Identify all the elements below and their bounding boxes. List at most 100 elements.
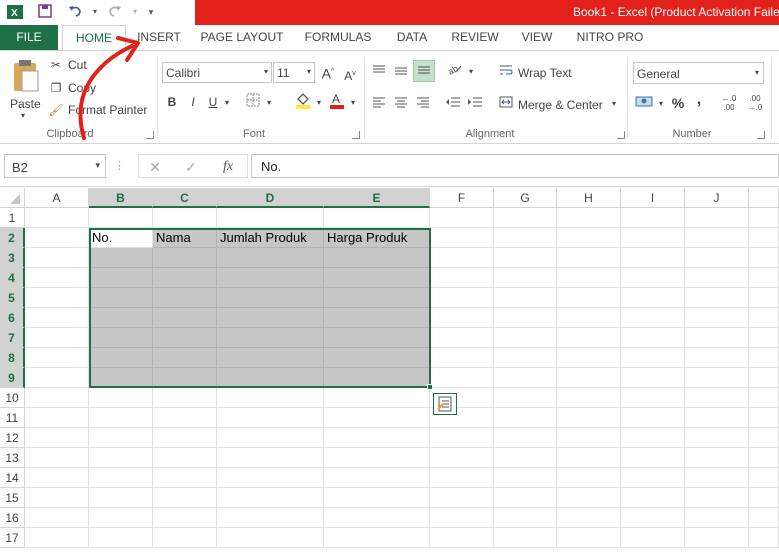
cell-f16[interactable] [430,508,494,528]
cell-h8[interactable] [557,348,621,368]
undo-dropdown-icon[interactable]: ▾ [86,3,104,21]
cell-h2[interactable] [557,228,621,248]
cell-e3[interactable] [324,248,430,268]
cell-i15[interactable] [621,488,685,508]
borders-icon[interactable] [244,93,262,112]
cell-k13[interactable] [749,448,779,468]
row-header-17[interactable]: 17 [0,528,25,548]
cell-d1[interactable] [217,208,324,228]
insert-function-icon[interactable]: fx [219,158,237,176]
cell-f13[interactable] [430,448,494,468]
cell-k16[interactable] [749,508,779,528]
cell-b3[interactable] [89,248,153,268]
cell-j15[interactable] [685,488,749,508]
cell-b14[interactable] [89,468,153,488]
cell-a4[interactable] [25,268,89,288]
comma-style-button[interactable]: , [692,91,706,109]
cell-f8[interactable] [430,348,494,368]
cell-d8[interactable] [217,348,324,368]
cell-g16[interactable] [494,508,557,528]
column-header-i[interactable]: I [621,188,685,208]
cell-d2[interactable]: Jumlah Produk [217,228,324,248]
align-right-icon[interactable] [415,95,431,113]
cell-d13[interactable] [217,448,324,468]
cell-j1[interactable] [685,208,749,228]
column-header-h[interactable]: H [557,188,621,208]
cell-c15[interactable] [153,488,217,508]
cell-d4[interactable] [217,268,324,288]
cell-i16[interactable] [621,508,685,528]
cell-i4[interactable] [621,268,685,288]
cell-e10[interactable] [324,388,430,408]
cell-j11[interactable] [685,408,749,428]
column-header-j[interactable]: J [685,188,749,208]
alignment-launcher-icon[interactable] [617,131,625,139]
tab-nitro-pro[interactable]: NITRO PRO [574,25,646,50]
cell-c4[interactable] [153,268,217,288]
cell-h12[interactable] [557,428,621,448]
row-header-14[interactable]: 14 [0,468,25,488]
row-header-10[interactable]: 10 [0,388,25,408]
column-header-b[interactable]: B [89,188,153,208]
cell-h11[interactable] [557,408,621,428]
cell-g14[interactable] [494,468,557,488]
cell-f9[interactable] [430,368,494,388]
name-box[interactable]: B2 ▾ [4,154,106,178]
cell-g15[interactable] [494,488,557,508]
cell-b12[interactable] [89,428,153,448]
cell-k9[interactable] [749,368,779,388]
font-color-dropdown-icon[interactable]: ▾ [348,94,358,112]
row-header-12[interactable]: 12 [0,428,25,448]
cell-f6[interactable] [430,308,494,328]
cell-g17[interactable] [494,528,557,548]
row-header-13[interactable]: 13 [0,448,25,468]
cell-i2[interactable] [621,228,685,248]
cell-e12[interactable] [324,428,430,448]
cell-k12[interactable] [749,428,779,448]
cell-b9[interactable] [89,368,153,388]
column-header-e[interactable]: E [324,188,430,208]
cell-h6[interactable] [557,308,621,328]
cell-a14[interactable] [25,468,89,488]
cell-a1[interactable] [25,208,89,228]
cell-f7[interactable] [430,328,494,348]
cell-c6[interactable] [153,308,217,328]
underline-dropdown-icon[interactable]: ▾ [222,94,232,112]
decrease-decimal-icon[interactable]: .00 →.0 [744,94,766,112]
cell-c7[interactable] [153,328,217,348]
fill-color-dropdown-icon[interactable]: ▾ [314,94,324,112]
cell-e11[interactable] [324,408,430,428]
column-header-f[interactable]: F [430,188,494,208]
align-left-icon[interactable] [371,95,387,113]
cell-a3[interactable] [25,248,89,268]
align-center-icon[interactable] [393,95,409,113]
cell-c12[interactable] [153,428,217,448]
cell-c11[interactable] [153,408,217,428]
cell-i11[interactable] [621,408,685,428]
cell-a10[interactable] [25,388,89,408]
cell-k6[interactable] [749,308,779,328]
cell-g4[interactable] [494,268,557,288]
tab-page-layout[interactable]: PAGE LAYOUT [198,25,286,50]
cell-j6[interactable] [685,308,749,328]
cell-h5[interactable] [557,288,621,308]
cell-c9[interactable] [153,368,217,388]
decrease-indent-icon[interactable] [444,95,462,113]
cell-j9[interactable] [685,368,749,388]
cell-b2[interactable]: No. [89,228,153,248]
cell-j13[interactable] [685,448,749,468]
italic-button[interactable]: I [186,93,200,111]
number-format-select[interactable]: General ▾ [633,62,764,84]
cell-i14[interactable] [621,468,685,488]
cell-h17[interactable] [557,528,621,548]
row-header-7[interactable]: 7 [0,328,25,348]
cell-g5[interactable] [494,288,557,308]
font-launcher-icon[interactable] [352,131,360,139]
cell-e15[interactable] [324,488,430,508]
cell-k8[interactable] [749,348,779,368]
cell-g12[interactable] [494,428,557,448]
cell-i12[interactable] [621,428,685,448]
cell-a17[interactable] [25,528,89,548]
cell-j2[interactable] [685,228,749,248]
column-header-d[interactable]: D [217,188,324,208]
